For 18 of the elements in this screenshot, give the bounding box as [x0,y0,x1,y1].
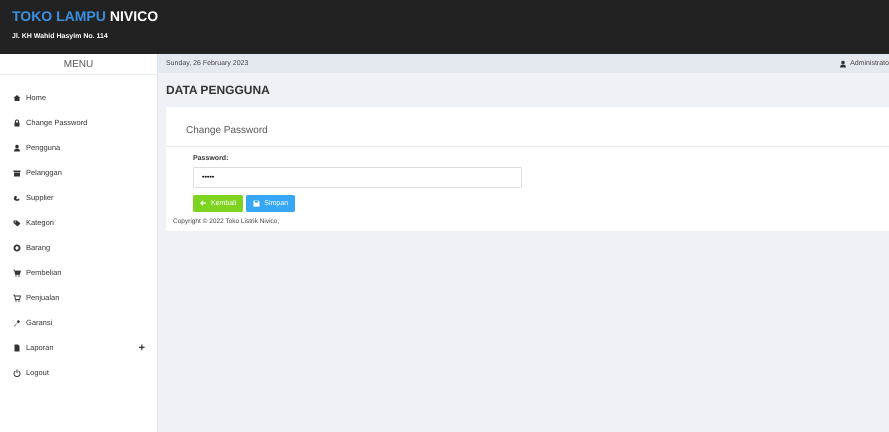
card-title: Change Password [166,107,889,147]
arrow-left-icon [200,200,207,207]
wrench-icon [13,318,21,326]
power-icon [13,368,21,376]
cart-icon [13,268,21,276]
page-title: DATA PENGGUNA [166,83,271,97]
lock-icon [13,118,21,126]
user-icon [839,60,848,68]
file-icon [13,344,21,352]
user-icon [13,144,21,152]
phone-icon [13,194,21,202]
expand-toggle[interactable]: + [138,342,145,354]
cart-icon [13,294,21,302]
box-icon [13,168,21,176]
home-icon [13,94,21,102]
brand-title: TOKO LAMPU NIVICO [12,8,160,24]
menu-heading: MENU [0,54,157,75]
tag-icon [13,218,21,226]
